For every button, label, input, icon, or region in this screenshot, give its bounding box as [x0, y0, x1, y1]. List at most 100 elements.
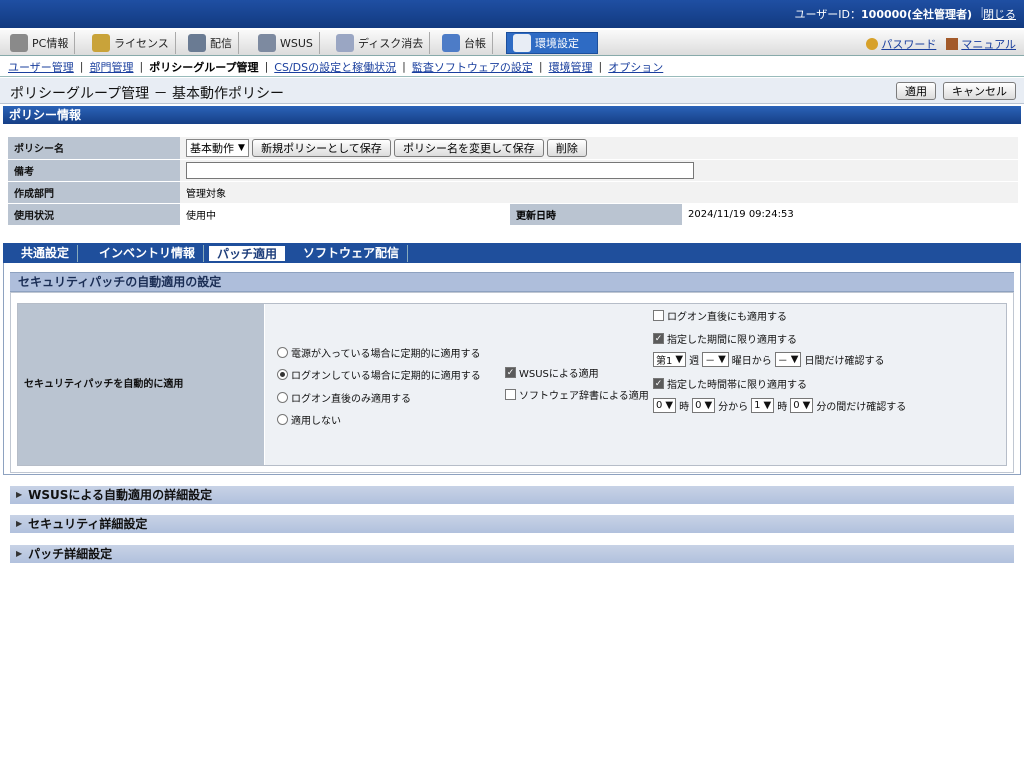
time-limit-checkbox[interactable]: ✓ 指定した時間帯に限り適用する — [653, 376, 807, 391]
tab-pc-info[interactable]: PC情報 — [4, 32, 76, 54]
select-value: 0 — [793, 400, 800, 411]
chevron-down-icon: ▼ — [790, 354, 799, 365]
week-select[interactable]: 第1 ▼ — [653, 352, 687, 367]
status-label: 使用状況 — [8, 203, 180, 226]
apply-button[interactable]: 適用 — [896, 82, 936, 100]
expand-arrow-icon: ▶ — [16, 519, 23, 528]
radio-label: 適用しない — [291, 416, 341, 427]
close-link[interactable]: 閉じる — [983, 6, 1016, 22]
logon-also-checkbox[interactable]: ログオン直後にも適用する — [653, 308, 787, 323]
select-value: 1 — [754, 400, 761, 411]
chevron-down-icon: ▼ — [675, 354, 684, 365]
check-icon: ✓ — [505, 367, 516, 378]
memo-cell — [180, 159, 1018, 182]
tab-disk-erase[interactable]: ディスク消去 — [330, 32, 431, 54]
check-label: ログオン直後にも適用する — [667, 312, 787, 323]
hour-to-select[interactable]: 1 ▼ — [751, 398, 775, 413]
pc-icon — [10, 34, 28, 52]
delete-button[interactable]: 削除 — [546, 138, 587, 157]
wsus-icon — [258, 34, 276, 52]
radio-none[interactable]: 適用しない — [277, 412, 341, 427]
tab-label: 配信 — [210, 37, 232, 50]
memo-input[interactable] — [186, 161, 694, 179]
user-id-value: 100000(全社管理者) — [861, 8, 972, 21]
subnav-separator: | — [402, 60, 406, 73]
tab-label: PC情報 — [32, 37, 69, 50]
radio-power-on[interactable]: 電源が入っている場合に定期的に適用する — [277, 345, 481, 360]
cancel-button[interactable]: キャンセル — [943, 82, 1016, 100]
minute-to-select[interactable]: 0 ▼ — [790, 398, 814, 413]
policy-info-heading: ポリシー情報 — [3, 106, 1021, 124]
radio-label: 電源が入っている場合に定期的に適用する — [291, 349, 481, 360]
select-suffix: 分から — [718, 402, 749, 413]
swdict-checkbox[interactable]: ソフトウェア辞書による適用 — [505, 387, 649, 402]
tab-license[interactable]: ライセンス — [86, 32, 176, 54]
settings-icon — [513, 34, 531, 52]
dept-value: 管理対象 — [180, 181, 1018, 204]
security-panel: セキュリティパッチを自動的に適用 電源が入っている場合に定期的に適用する ログオ… — [10, 292, 1014, 473]
select-suffix: 分の間だけ確認する — [816, 402, 907, 413]
save-as-new-button[interactable]: 新規ポリシーとして保存 — [252, 138, 391, 157]
policy-info-table: ポリシー名 基本動作 ▼ 新規ポリシーとして保存 ポリシー名を変更して保存 削除 … — [8, 137, 1018, 226]
user-id-label: ユーザーID： — [794, 8, 862, 21]
password-link[interactable]: パスワード — [866, 36, 936, 52]
security-detail-section[interactable]: ▶ セキュリティ詳細設定 — [10, 515, 1014, 533]
select-suffix: 時 — [777, 402, 788, 413]
subnav-separator: | — [598, 60, 603, 73]
minute-from-select[interactable]: 0 ▼ — [692, 398, 716, 413]
subnav-env[interactable]: 環境管理 — [549, 59, 593, 75]
radio-icon — [277, 414, 288, 425]
tab-label: WSUS — [280, 36, 313, 50]
security-row: セキュリティパッチを自動的に適用 電源が入っている場合に定期的に適用する ログオ… — [17, 303, 1007, 466]
rename-save-button[interactable]: ポリシー名を変更して保存 — [393, 138, 544, 157]
subnav-user-admin[interactable]: ユーザー管理 — [8, 59, 74, 75]
license-icon — [92, 34, 110, 52]
chevron-down-icon: ▼ — [763, 400, 772, 411]
subnav-option[interactable]: オプション — [608, 59, 663, 75]
wsus-detail-section[interactable]: ▶ WSUSによる自動適用の詳細設定 — [10, 486, 1014, 504]
radio-logon[interactable]: ログオンしている場合に定期的に適用する — [277, 367, 481, 382]
tab-wsus[interactable]: WSUS — [252, 32, 320, 54]
day-select[interactable]: － ▼ — [702, 352, 729, 367]
tab-label: ディスク消去 — [358, 37, 424, 50]
radio-icon — [277, 392, 288, 403]
manual-label: マニュアル — [961, 38, 1016, 51]
manual-link[interactable]: マニュアル — [946, 36, 1016, 52]
radio-icon — [277, 347, 288, 358]
delivery-icon — [188, 34, 206, 52]
tab-label: 環境設定 — [535, 37, 579, 50]
expand-arrow-icon: ▶ — [16, 549, 23, 558]
chevron-down-icon: ▼ — [802, 400, 811, 411]
policy-name-cell: 基本動作 ▼ 新規ポリシーとして保存 ポリシー名を変更して保存 削除 — [180, 137, 1018, 160]
select-value: 0 — [656, 400, 663, 411]
subtab-software[interactable]: ソフトウェア配信 — [295, 245, 409, 262]
check-label: 指定した時間帯に限り適用する — [667, 380, 807, 391]
radio-logon-only[interactable]: ログオン直後のみ適用する — [277, 390, 411, 405]
subnav-audit[interactable]: 監査ソフトウェアの設定 — [412, 59, 533, 75]
subtab-inventory[interactable]: インベントリ情報 — [91, 245, 205, 262]
page-title: ポリシーグループ管理 － 基本動作ポリシー — [10, 86, 285, 102]
hour-from-select[interactable]: 0 ▼ — [653, 398, 677, 413]
status-value: 使用中 — [180, 203, 510, 226]
tab-label: ライセンス — [114, 37, 169, 50]
period-limit-checkbox[interactable]: ✓ 指定した期間に限り適用する — [653, 331, 797, 346]
wsus-checkbox[interactable]: ✓ WSUSによる適用 — [505, 365, 599, 380]
main-tabs: PC情報 ライセンス 配信 WSUS ディスク消去 台帳 環境設定 パスワード … — [0, 30, 1024, 56]
tab-ledger[interactable]: 台帳 — [436, 32, 493, 54]
tab-label: 台帳 — [464, 37, 486, 50]
patch-detail-section[interactable]: ▶ パッチ詳細設定 — [10, 545, 1014, 563]
policy-subtabs: 共通設定 インベントリ情報 パッチ適用 ソフトウェア配信 — [3, 243, 1021, 263]
subnav-csds[interactable]: CS/DSの設定と稼働状況 — [274, 59, 396, 75]
period-row: 第1 ▼ 週 － ▼ 曜日から － ▼ 日間だけ確認する — [653, 352, 884, 367]
subtab-common[interactable]: 共通設定 — [13, 245, 79, 262]
days-select[interactable]: － ▼ — [774, 352, 802, 367]
tab-delivery[interactable]: 配信 — [182, 32, 239, 54]
select-suffix: 日間だけ確認する — [804, 356, 885, 367]
policy-name-select[interactable]: 基本動作 ▼ — [186, 138, 249, 157]
subnav-separator: | — [538, 60, 543, 73]
tab-settings[interactable]: 環境設定 — [506, 32, 598, 54]
select-value: 第1 — [656, 356, 673, 367]
section-label: パッチ詳細設定 — [28, 547, 113, 561]
subtab-patch[interactable]: パッチ適用 — [208, 245, 287, 262]
subnav-dept-admin[interactable]: 部門管理 — [90, 59, 134, 75]
